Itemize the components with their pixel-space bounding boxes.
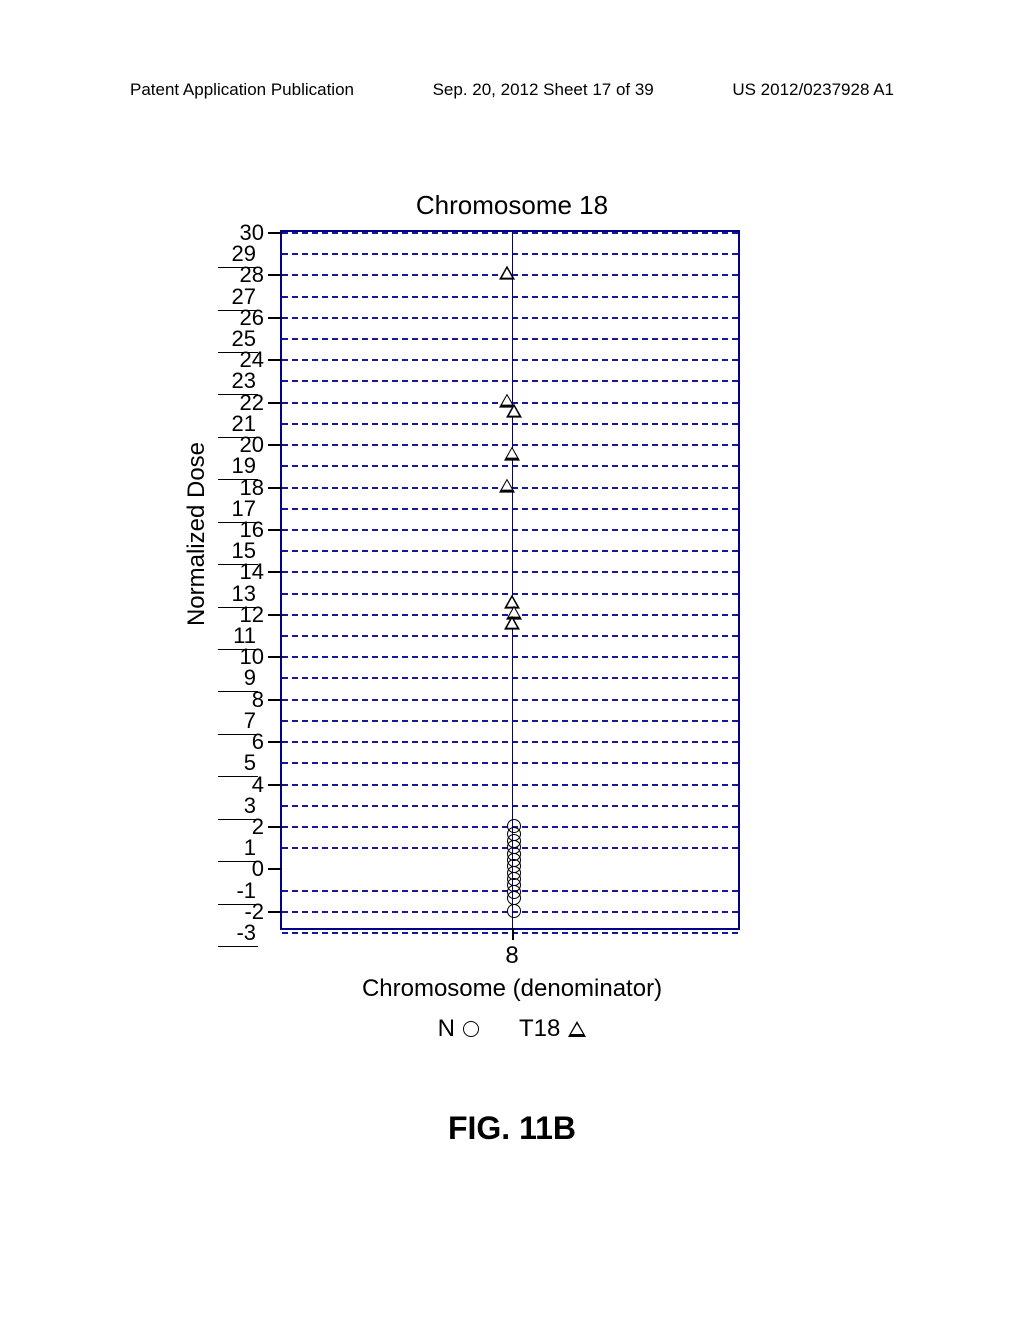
legend: N T18 xyxy=(0,1015,1024,1043)
legend-item-n: N xyxy=(438,1015,479,1043)
y-tick xyxy=(268,911,282,913)
circle-icon xyxy=(463,1021,479,1037)
y-tick xyxy=(268,741,282,743)
grid-line xyxy=(282,423,738,425)
y-tick-label-odd: 3 xyxy=(218,793,258,820)
grid-line xyxy=(282,253,738,255)
y-tick xyxy=(268,359,282,361)
y-tick-label-odd: -3 xyxy=(218,920,258,947)
grid-line xyxy=(282,529,738,531)
grid-line xyxy=(282,338,738,340)
grid-line xyxy=(282,656,738,658)
y-tick-label-odd: 15 xyxy=(218,538,258,565)
grid-line xyxy=(282,932,738,934)
header-left: Patent Application Publication xyxy=(130,80,354,100)
data-point-T18 xyxy=(506,404,522,418)
y-tick-label-odd: 13 xyxy=(218,581,258,608)
y-tick xyxy=(268,444,282,446)
grid-line xyxy=(282,232,738,234)
grid-line xyxy=(282,296,738,298)
grid-line xyxy=(282,762,738,764)
y-tick-label-odd: 11 xyxy=(218,623,258,650)
grid-line xyxy=(282,677,738,679)
plot-wrapper: 8-2024681012141618202224262830-3-1135791… xyxy=(280,230,740,930)
data-point-T18 xyxy=(504,616,520,630)
page-header: Patent Application Publication Sep. 20, … xyxy=(0,80,1024,100)
grid-line xyxy=(282,784,738,786)
y-tick xyxy=(268,868,282,870)
grid-line xyxy=(282,359,738,361)
triangle-icon xyxy=(568,1021,586,1037)
y-tick-label-odd: -1 xyxy=(218,878,258,905)
grid-line xyxy=(282,380,738,382)
y-tick-label-odd: 1 xyxy=(218,835,258,862)
y-tick xyxy=(268,529,282,531)
data-point-N xyxy=(507,904,521,918)
y-tick-label-odd: 29 xyxy=(218,241,258,268)
header-mid: Sep. 20, 2012 Sheet 17 of 39 xyxy=(433,80,654,100)
data-point-T18 xyxy=(499,478,515,492)
plot-area: 8-2024681012141618202224262830-3-1135791… xyxy=(280,230,740,930)
y-tick xyxy=(268,402,282,404)
y-tick xyxy=(268,614,282,616)
grid-line xyxy=(282,720,738,722)
data-point-T18 xyxy=(504,446,520,460)
grid-line xyxy=(282,465,738,467)
page: Patent Application Publication Sep. 20, … xyxy=(0,0,1024,1320)
data-point-T18 xyxy=(499,266,515,280)
y-tick-label-odd: 23 xyxy=(218,368,258,395)
y-tick xyxy=(268,656,282,658)
legend-item-t18: T18 xyxy=(519,1015,586,1043)
grid-line xyxy=(282,508,738,510)
legend-label-t18: T18 xyxy=(519,1015,560,1043)
x-axis-label: Chromosome (denominator) xyxy=(0,975,1024,1003)
chart-title: Chromosome 18 xyxy=(0,190,1024,221)
y-tick xyxy=(268,784,282,786)
legend-label-n: N xyxy=(438,1015,455,1043)
y-tick xyxy=(268,487,282,489)
y-tick xyxy=(268,317,282,319)
grid-line xyxy=(282,805,738,807)
y-tick-label-odd: 17 xyxy=(218,496,258,523)
grid-line xyxy=(282,317,738,319)
grid-line xyxy=(282,635,738,637)
grid-line xyxy=(282,699,738,701)
figure-caption: FIG. 11B xyxy=(0,1110,1024,1147)
grid-line xyxy=(282,741,738,743)
y-tick xyxy=(268,232,282,234)
y-tick-label-odd: 25 xyxy=(218,326,258,353)
y-tick-label-odd: 5 xyxy=(218,750,258,777)
x-tick xyxy=(512,928,514,940)
grid-line xyxy=(282,571,738,573)
grid-line xyxy=(282,550,738,552)
y-tick xyxy=(268,699,282,701)
y-tick xyxy=(268,274,282,276)
header-right: US 2012/0237928 A1 xyxy=(732,80,894,100)
y-tick-label-odd: 21 xyxy=(218,411,258,438)
y-tick xyxy=(268,571,282,573)
y-tick xyxy=(268,826,282,828)
x-tick-label: 8 xyxy=(505,942,518,970)
y-tick-label-odd: 19 xyxy=(218,453,258,480)
y-axis-label: Normalized Dose xyxy=(183,442,211,626)
y-tick-label-odd: 27 xyxy=(218,284,258,311)
y-tick-label-odd: 7 xyxy=(218,708,258,735)
y-tick-label-odd: 9 xyxy=(218,665,258,692)
